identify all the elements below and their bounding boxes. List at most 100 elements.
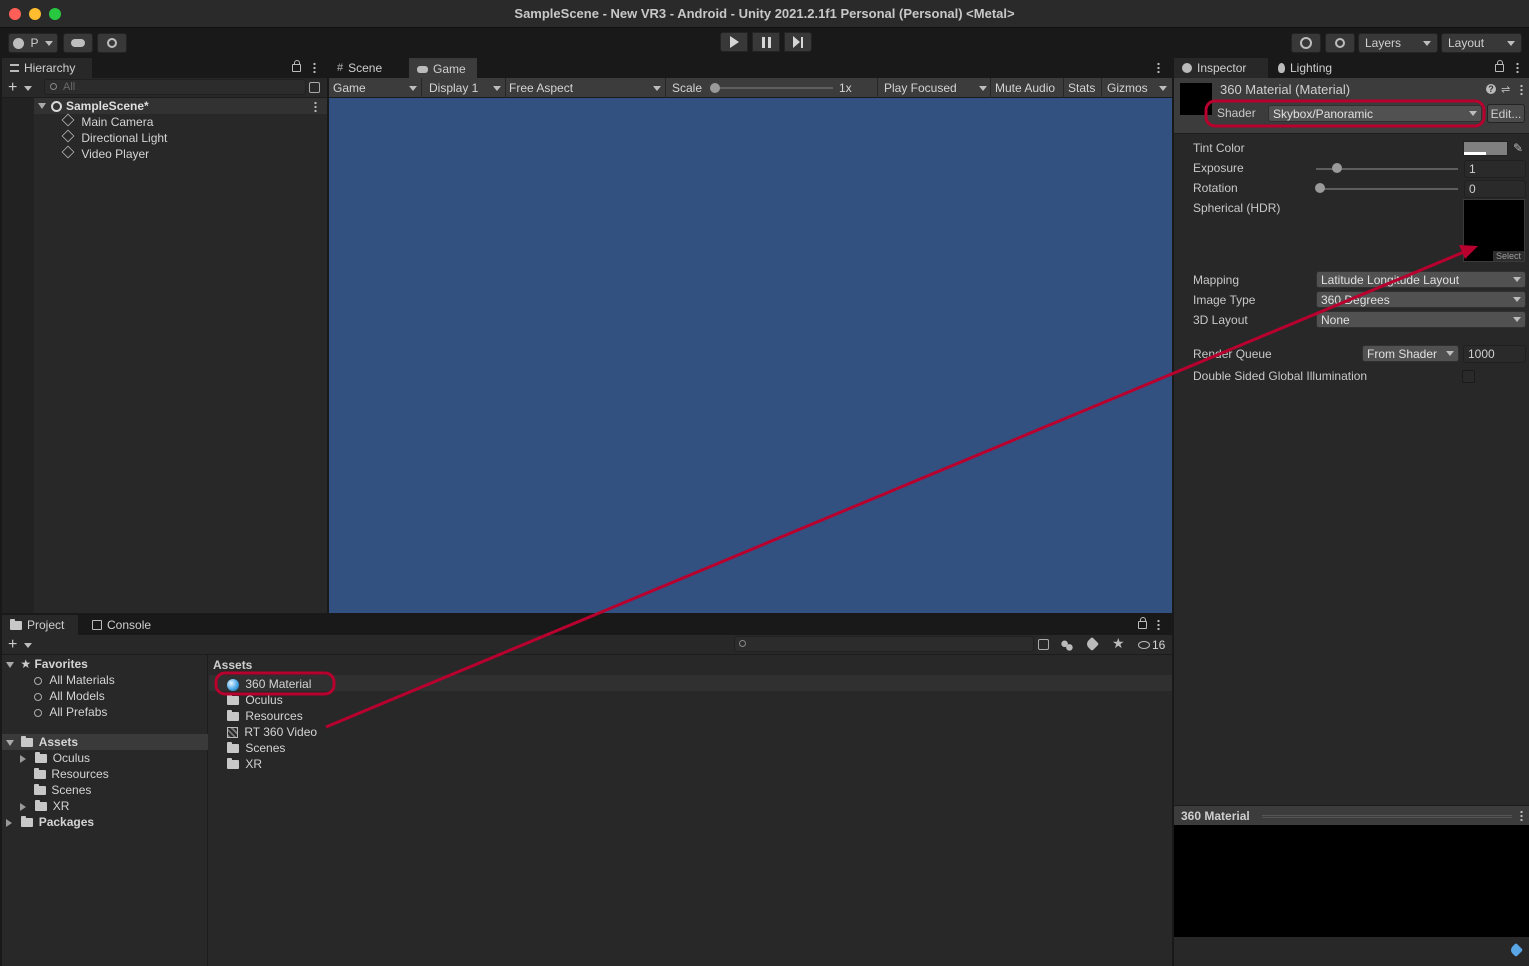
- filter-by-type-icon[interactable]: [1061, 639, 1073, 651]
- chevron-down-icon[interactable]: [24, 86, 32, 91]
- asset-folder-xr[interactable]: XR: [227, 756, 527, 772]
- game-mode-dropdown[interactable]: Game: [333, 80, 417, 96]
- 3d-layout-dropdown[interactable]: None: [1316, 311, 1526, 328]
- gizmos-toggle[interactable]: Gizmos: [1107, 80, 1148, 96]
- expand-arrow-icon[interactable]: [6, 661, 14, 668]
- material-preview[interactable]: [1174, 825, 1529, 937]
- edit-shader-button[interactable]: Edit...: [1487, 104, 1525, 123]
- rotation-input[interactable]: 0: [1464, 180, 1526, 198]
- lock-icon[interactable]: [292, 60, 301, 72]
- asset-folder-resources[interactable]: Resources: [227, 708, 527, 724]
- expand-arrow-icon[interactable]: [20, 802, 26, 811]
- cloud-button[interactable]: [63, 33, 93, 53]
- layout-dropdown[interactable]: Layout: [1441, 33, 1522, 53]
- tab-console[interactable]: Console: [84, 615, 164, 635]
- display-dropdown[interactable]: Display 1: [429, 80, 501, 96]
- breadcrumb[interactable]: Assets: [213, 657, 252, 673]
- asset-label-tag-icon[interactable]: [1508, 942, 1524, 958]
- component-menu-icon[interactable]: [1520, 84, 1523, 95]
- rotation-slider-handle[interactable]: [1315, 183, 1325, 193]
- tree-folder-scenes[interactable]: Scenes: [34, 782, 204, 798]
- search-button[interactable]: [1325, 33, 1355, 53]
- favorite-all-prefabs[interactable]: All Prefabs: [34, 704, 204, 720]
- render-queue-input[interactable]: 1000: [1463, 345, 1526, 363]
- favorite-all-materials[interactable]: All Materials: [34, 672, 204, 688]
- favorites-row[interactable]: ★ Favorites: [6, 656, 206, 672]
- render-queue-mode-dropdown[interactable]: From Shader: [1362, 345, 1459, 362]
- undo-history-button[interactable]: [1291, 33, 1321, 53]
- project-search-input[interactable]: [734, 636, 1034, 652]
- chevron-down-icon[interactable]: [24, 643, 32, 648]
- presets-icon[interactable]: ⇌: [1501, 83, 1510, 96]
- panel-menu-icon[interactable]: [1157, 619, 1160, 630]
- preview-drag-handle[interactable]: [1262, 815, 1512, 818]
- texture-select-button[interactable]: Select: [1492, 251, 1524, 261]
- filter-by-label-icon[interactable]: [1084, 636, 1100, 652]
- image-type-dropdown[interactable]: 360 Degrees: [1316, 291, 1526, 308]
- scene-menu-icon[interactable]: [314, 101, 317, 112]
- pause-button[interactable]: [752, 32, 780, 52]
- tab-game[interactable]: Game: [409, 58, 477, 78]
- tree-folder-resources[interactable]: Resources: [34, 766, 204, 782]
- layers-dropdown[interactable]: Layers: [1358, 33, 1438, 53]
- exposure-input[interactable]: 1: [1464, 160, 1526, 178]
- render-queue-label: Render Queue: [1193, 347, 1272, 361]
- favorite-all-models[interactable]: All Models: [34, 688, 204, 704]
- favorite-star-icon[interactable]: ★: [1112, 635, 1125, 652]
- play-focused-dropdown[interactable]: Play Focused: [884, 80, 987, 96]
- expand-arrow-icon[interactable]: [38, 103, 46, 109]
- add-icon[interactable]: +: [8, 80, 17, 96]
- asset-rt-360-video[interactable]: RT 360 Video: [227, 724, 527, 740]
- mute-audio-toggle[interactable]: Mute Audio: [995, 80, 1055, 96]
- game-viewport[interactable]: [329, 98, 1172, 613]
- gizmos-chevron-down-icon[interactable]: [1159, 86, 1167, 91]
- double-sided-gi-checkbox[interactable]: [1462, 370, 1475, 383]
- help-icon[interactable]: ?: [1486, 84, 1496, 94]
- tint-color-swatch[interactable]: [1463, 141, 1508, 156]
- scale-slider-track[interactable]: [713, 87, 833, 89]
- mapping-dropdown[interactable]: Latitude Longitude Layout: [1316, 271, 1526, 288]
- rotation-slider-track[interactable]: [1316, 188, 1458, 190]
- tab-lighting[interactable]: Lighting: [1270, 58, 1356, 78]
- hierarchy-item-main-camera[interactable]: Main Camera: [61, 113, 312, 130]
- stats-toggle[interactable]: Stats: [1068, 80, 1095, 96]
- tree-folder-xr[interactable]: XR: [20, 798, 200, 814]
- eyedropper-icon[interactable]: ✎: [1513, 141, 1523, 155]
- search-filter-icon[interactable]: [1038, 639, 1049, 650]
- exposure-slider-handle[interactable]: [1332, 163, 1342, 173]
- tab-inspector[interactable]: Inspector: [1174, 58, 1268, 78]
- hierarchy-search-input[interactable]: All: [44, 79, 306, 95]
- asset-folder-scenes[interactable]: Scenes: [227, 740, 527, 756]
- hidden-packages-toggle[interactable]: 16: [1138, 637, 1165, 653]
- hierarchy-item-video-player[interactable]: Video Player: [61, 145, 312, 162]
- tree-folder-oculus[interactable]: Oculus: [20, 750, 200, 766]
- hierarchy-item-directional-light[interactable]: Directional Light: [61, 129, 312, 146]
- asset-folder-oculus[interactable]: Oculus: [227, 692, 527, 708]
- tab-scene[interactable]: # Scene: [329, 58, 407, 78]
- expand-arrow-icon[interactable]: [20, 754, 26, 763]
- scale-slider-handle[interactable]: [710, 83, 720, 93]
- expand-arrow-icon[interactable]: [6, 818, 12, 827]
- assets-tree-row[interactable]: Assets: [2, 734, 208, 750]
- step-button[interactable]: [784, 32, 812, 52]
- panel-menu-icon[interactable]: [1157, 62, 1160, 73]
- scene-row[interactable]: SampleScene*: [34, 98, 327, 114]
- lock-icon[interactable]: [1495, 60, 1504, 72]
- panel-menu-icon[interactable]: [1516, 62, 1519, 73]
- collab-button[interactable]: [97, 33, 127, 53]
- play-button[interactable]: [720, 32, 748, 52]
- shader-dropdown[interactable]: Skybox/Panoramic: [1268, 105, 1482, 122]
- aspect-dropdown[interactable]: Free Aspect: [509, 80, 661, 96]
- asset-360-material[interactable]: 360 Material: [227, 676, 527, 692]
- packages-tree-row[interactable]: Packages: [6, 814, 206, 830]
- expand-arrow-icon[interactable]: [6, 739, 14, 746]
- spherical-texture-slot[interactable]: Select: [1463, 199, 1525, 262]
- tab-project[interactable]: Project: [2, 615, 78, 635]
- tab-hierarchy[interactable]: Hierarchy: [2, 58, 92, 78]
- preview-menu-icon[interactable]: [1520, 810, 1523, 821]
- lock-icon[interactable]: [1138, 617, 1147, 629]
- panel-menu-icon[interactable]: [313, 62, 316, 73]
- account-button[interactable]: P: [8, 33, 58, 53]
- search-filter-icon[interactable]: [309, 82, 320, 93]
- add-icon[interactable]: +: [8, 637, 17, 653]
